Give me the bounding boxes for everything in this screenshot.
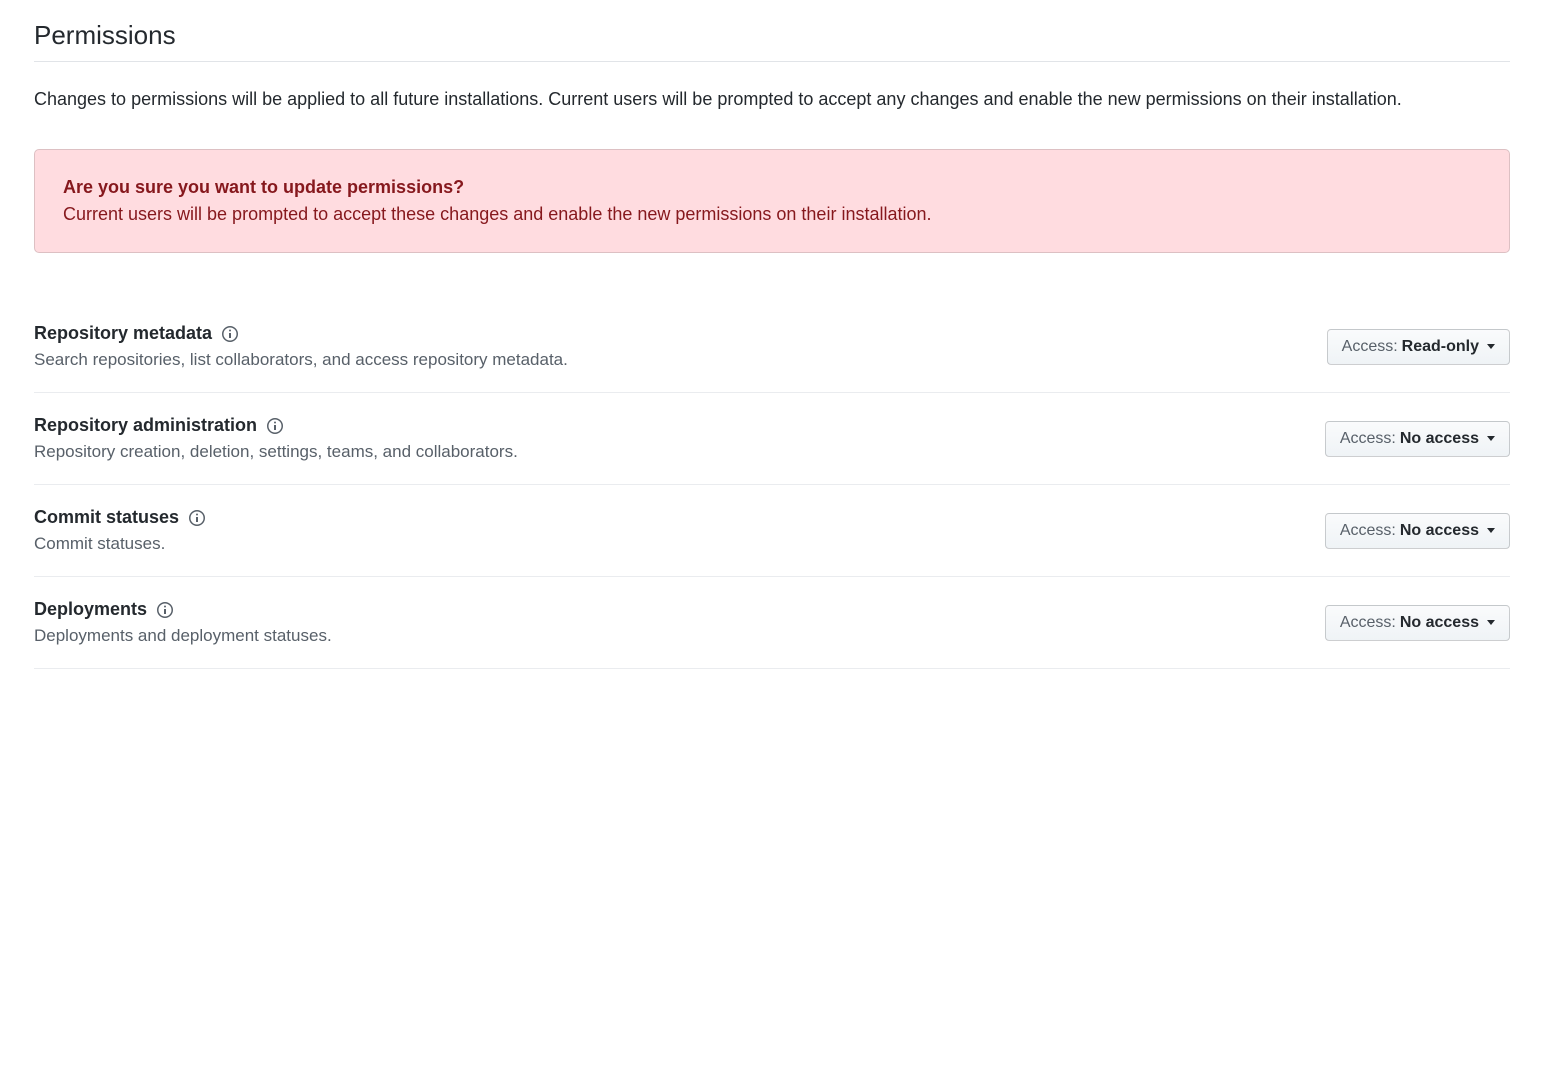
- section-title: Permissions: [34, 20, 1510, 62]
- permission-description: Repository creation, deletion, settings,…: [34, 442, 1325, 462]
- access-label: Access:: [1340, 430, 1396, 448]
- alert-body: Current users will be prompted to accept…: [63, 201, 1481, 228]
- access-dropdown-repository-administration[interactable]: Access: No access: [1325, 421, 1510, 457]
- permission-title: Repository administration: [34, 415, 257, 436]
- chevron-down-icon: [1487, 620, 1495, 625]
- access-dropdown-deployments[interactable]: Access: No access: [1325, 605, 1510, 641]
- permission-row-repository-metadata: Repository metadata Search repositories,…: [34, 301, 1510, 393]
- chevron-down-icon: [1487, 528, 1495, 533]
- permission-title: Repository metadata: [34, 323, 212, 344]
- info-icon[interactable]: [267, 418, 283, 434]
- access-value: No access: [1400, 522, 1479, 540]
- permission-title: Deployments: [34, 599, 147, 620]
- access-dropdown-repository-metadata[interactable]: Access: Read-only: [1327, 329, 1510, 365]
- info-icon[interactable]: [157, 602, 173, 618]
- access-label: Access:: [1340, 522, 1396, 540]
- info-icon[interactable]: [222, 326, 238, 342]
- chevron-down-icon: [1487, 344, 1495, 349]
- access-label: Access:: [1340, 614, 1396, 632]
- permission-info: Commit statuses Commit statuses.: [34, 507, 1325, 554]
- access-label: Access:: [1342, 338, 1398, 356]
- permission-title-row: Repository administration: [34, 415, 1325, 436]
- permissions-description: Changes to permissions will be applied t…: [34, 86, 1510, 113]
- permission-title-row: Commit statuses: [34, 507, 1325, 528]
- permission-title-row: Deployments: [34, 599, 1325, 620]
- permission-description: Commit statuses.: [34, 534, 1325, 554]
- info-icon[interactable]: [189, 510, 205, 526]
- permission-row-repository-administration: Repository administration Repository cre…: [34, 393, 1510, 485]
- permission-title: Commit statuses: [34, 507, 179, 528]
- warning-alert: Are you sure you want to update permissi…: [34, 149, 1510, 253]
- permission-description: Search repositories, list collaborators,…: [34, 350, 1327, 370]
- permission-info: Deployments Deployments and deployment s…: [34, 599, 1325, 646]
- access-dropdown-commit-statuses[interactable]: Access: No access: [1325, 513, 1510, 549]
- permission-title-row: Repository metadata: [34, 323, 1327, 344]
- access-value: No access: [1400, 614, 1479, 632]
- alert-title: Are you sure you want to update permissi…: [63, 174, 1481, 201]
- chevron-down-icon: [1487, 436, 1495, 441]
- permission-info: Repository administration Repository cre…: [34, 415, 1325, 462]
- permission-info: Repository metadata Search repositories,…: [34, 323, 1327, 370]
- access-value: No access: [1400, 430, 1479, 448]
- permission-row-commit-statuses: Commit statuses Commit statuses. Access:…: [34, 485, 1510, 577]
- permission-description: Deployments and deployment statuses.: [34, 626, 1325, 646]
- permission-row-deployments: Deployments Deployments and deployment s…: [34, 577, 1510, 669]
- access-value: Read-only: [1402, 338, 1479, 356]
